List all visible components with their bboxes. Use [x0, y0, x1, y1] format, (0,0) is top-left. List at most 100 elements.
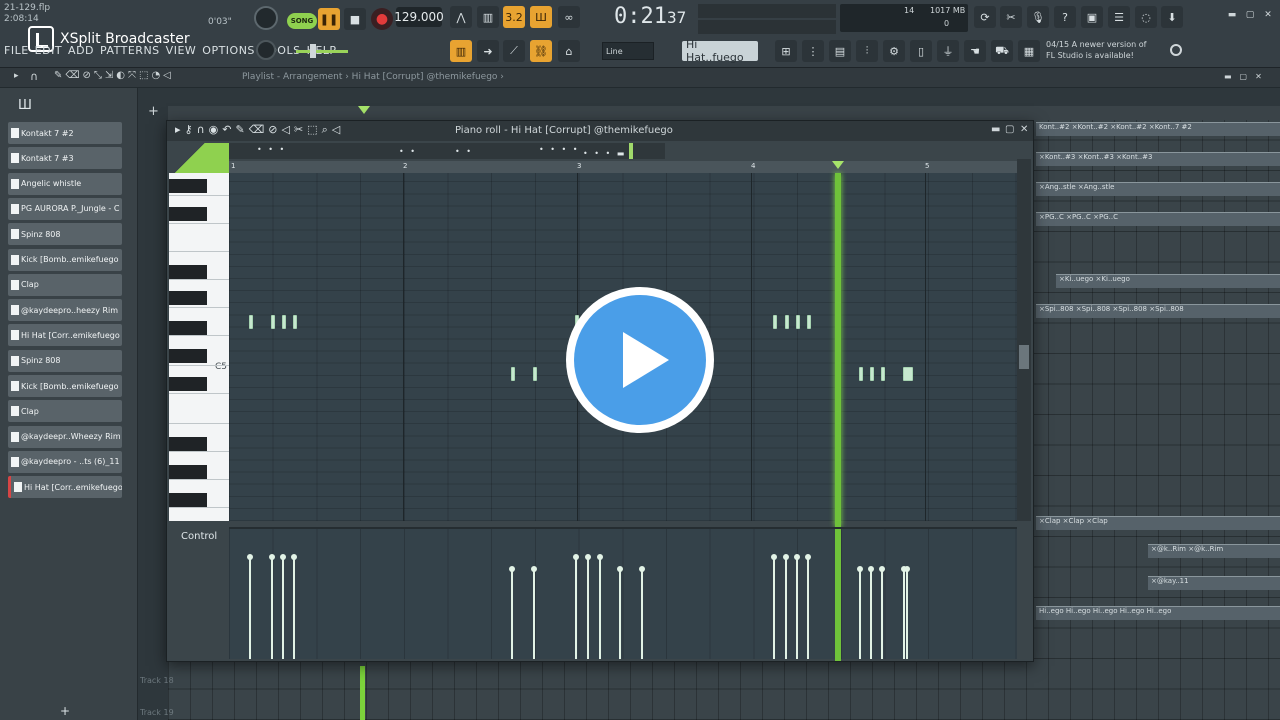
- midi-note[interactable]: [859, 367, 863, 381]
- shop-button[interactable]: ⛟: [991, 40, 1013, 62]
- minimize-button[interactable]: ▬: [1226, 10, 1238, 20]
- piano-roll-maximize-button[interactable]: ▢: [1005, 124, 1014, 135]
- midi-note[interactable]: [903, 367, 913, 381]
- channel-rack-button[interactable]: ⋮: [802, 40, 824, 62]
- touch-button[interactable]: ☚: [964, 40, 986, 62]
- step-sequencer-button[interactable]: ▤: [829, 40, 851, 62]
- wait-input-button[interactable]: ▥: [477, 6, 499, 28]
- playlist-timeline-marker[interactable]: [358, 106, 370, 114]
- magnet-icon[interactable]: ∩: [30, 70, 38, 83]
- news-button[interactable]: ☰: [1108, 6, 1130, 28]
- piano-roll-menu-icon[interactable]: ▸: [175, 123, 181, 137]
- playlist-clip[interactable]: ×Spi..808 ×Spi..808 ×Spi..808 ×Spi..808: [1036, 304, 1280, 318]
- undo-history-button[interactable]: ⟳: [974, 6, 996, 28]
- velocity-bar[interactable]: [280, 554, 286, 659]
- menu-options[interactable]: OPTIONS: [202, 44, 255, 57]
- playlist-playhead[interactable]: [360, 666, 365, 720]
- black-key[interactable]: [169, 207, 207, 221]
- velocity-bar[interactable]: [617, 566, 623, 659]
- channel-button[interactable]: Angelic whistle: [8, 172, 122, 195]
- menu-edit[interactable]: EDIT: [35, 44, 62, 57]
- playlist-tools[interactable]: ✎⌫⊘⤡⇲◐⤧⬚◔◁: [54, 70, 174, 81]
- paint-tool-button[interactable]: ⟋: [503, 40, 525, 62]
- project-button[interactable]: ▦: [1018, 40, 1040, 62]
- loop-record-button[interactable]: ∞: [558, 6, 580, 28]
- velocity-bar[interactable]: [783, 554, 789, 659]
- midi-note[interactable]: [785, 315, 789, 329]
- play-icon[interactable]: ◉: [209, 123, 219, 137]
- key-icon[interactable]: ⚷: [185, 123, 193, 137]
- playlist-clip[interactable]: ×@kay..11: [1148, 576, 1280, 590]
- velocity-bar[interactable]: [879, 566, 885, 659]
- velocity-bar[interactable]: [901, 566, 907, 659]
- black-key[interactable]: [169, 265, 207, 279]
- velocity-bar[interactable]: [771, 554, 777, 659]
- speaker-icon[interactable]: ◁: [332, 123, 340, 137]
- piano-roll-close-button[interactable]: ✕: [1020, 124, 1028, 135]
- channel-button[interactable]: Spinz 808: [8, 223, 122, 246]
- channel-button[interactable]: @kaydeepro..heezy Rim: [8, 299, 122, 322]
- midi-note[interactable]: [533, 367, 537, 381]
- step-edit-button[interactable]: Ш: [530, 6, 552, 28]
- pattern-selector[interactable]: [698, 4, 836, 18]
- mixer-button[interactable]: ⫶: [856, 40, 878, 62]
- song-mode-toggle[interactable]: SONG: [287, 13, 317, 29]
- close-window-button[interactable]: ✕: [1262, 10, 1274, 20]
- slice-icon[interactable]: ✂: [294, 123, 303, 137]
- record-button[interactable]: ●: [371, 8, 393, 30]
- download-button[interactable]: ⬇: [1161, 6, 1183, 28]
- piano-keyboard[interactable]: C5: [169, 173, 229, 521]
- channel-button[interactable]: Kick [Bomb..emikefuego: [8, 248, 122, 271]
- channel-button[interactable]: Hi Hat [Corr..emikefuego: [8, 476, 122, 499]
- velocity-bar[interactable]: [269, 554, 275, 659]
- channel-button[interactable]: Kick [Bomb..emikefuego: [8, 375, 122, 397]
- velocity-bar[interactable]: [639, 566, 645, 659]
- save-button[interactable]: ▣: [1081, 6, 1103, 28]
- playlist-window-button[interactable]: ⊞: [775, 40, 797, 62]
- black-key[interactable]: [169, 493, 207, 507]
- metronome-button[interactable]: ⋀: [450, 6, 472, 28]
- piano-roll-ruler[interactable]: 1 2 3 4 5: [229, 161, 1019, 173]
- playlist-arrow-button[interactable]: ➜: [477, 40, 499, 62]
- midi-note[interactable]: [511, 367, 515, 381]
- undo-icon[interactable]: ↶: [222, 123, 231, 137]
- playhead-marker-icon[interactable]: [832, 161, 844, 169]
- globe-icon[interactable]: [1170, 44, 1182, 56]
- piano-roll-overview[interactable]: [169, 143, 229, 173]
- velocity-bar[interactable]: [904, 566, 910, 659]
- tools-button[interactable]: ✂: [1000, 6, 1022, 28]
- piano-roll-playhead[interactable]: [835, 173, 841, 527]
- audio-input-button[interactable]: 🎙: [1027, 6, 1049, 28]
- stop-button[interactable]: ■: [344, 8, 366, 30]
- snap-selector[interactable]: Line: [602, 42, 654, 60]
- piano-roll-toolbar[interactable]: ▸ ⚷ ∩ ◉ ↶ ✎ ⌫ ⊘ ◁ ✂ ⬚ ⌕ ◁: [175, 123, 340, 137]
- add-channel-button[interactable]: +: [60, 704, 70, 718]
- master-volume-knob[interactable]: [254, 6, 278, 30]
- channel-button[interactable]: PG AURORA P._Jungle - C: [8, 197, 122, 220]
- midi-note[interactable]: [870, 367, 874, 381]
- chat-button[interactable]: ◌: [1135, 6, 1157, 28]
- velocity-bar[interactable]: [509, 566, 515, 659]
- piano-roll-minimize-button[interactable]: ▬: [991, 124, 1000, 135]
- channel-button[interactable]: @kaydeepro - ..ts (6)_11: [8, 450, 122, 473]
- channel-button[interactable]: Kontakt 7 #3: [8, 147, 122, 170]
- channel-button[interactable]: Clap: [8, 400, 122, 423]
- time-display[interactable]: 0:2137: [614, 4, 686, 29]
- midi-note[interactable]: [796, 315, 800, 329]
- plugin-picker-button[interactable]: ⚙: [883, 40, 905, 62]
- menu-view[interactable]: VIEW: [166, 44, 197, 57]
- browser-button[interactable]: ▯: [910, 40, 932, 62]
- playlist-window-controls[interactable]: ▬▢✕: [1224, 72, 1270, 81]
- black-key[interactable]: [169, 179, 207, 193]
- help-button[interactable]: ?: [1054, 6, 1076, 28]
- play-pause-button[interactable]: ❚❚: [318, 8, 340, 30]
- delete-icon[interactable]: ⊘: [268, 123, 277, 137]
- midi-note[interactable]: [271, 315, 275, 329]
- velocity-bar[interactable]: [857, 566, 863, 659]
- current-channel-display[interactable]: Hi Hat..fuego: [682, 38, 758, 64]
- playlist-menu-arrow-icon[interactable]: ▸: [14, 71, 19, 81]
- countdown-button[interactable]: 3.2: [503, 6, 525, 28]
- piano-roll-vscroll[interactable]: [1017, 159, 1031, 521]
- menu-patterns[interactable]: PATTERNS: [100, 44, 160, 57]
- black-key[interactable]: [169, 321, 207, 335]
